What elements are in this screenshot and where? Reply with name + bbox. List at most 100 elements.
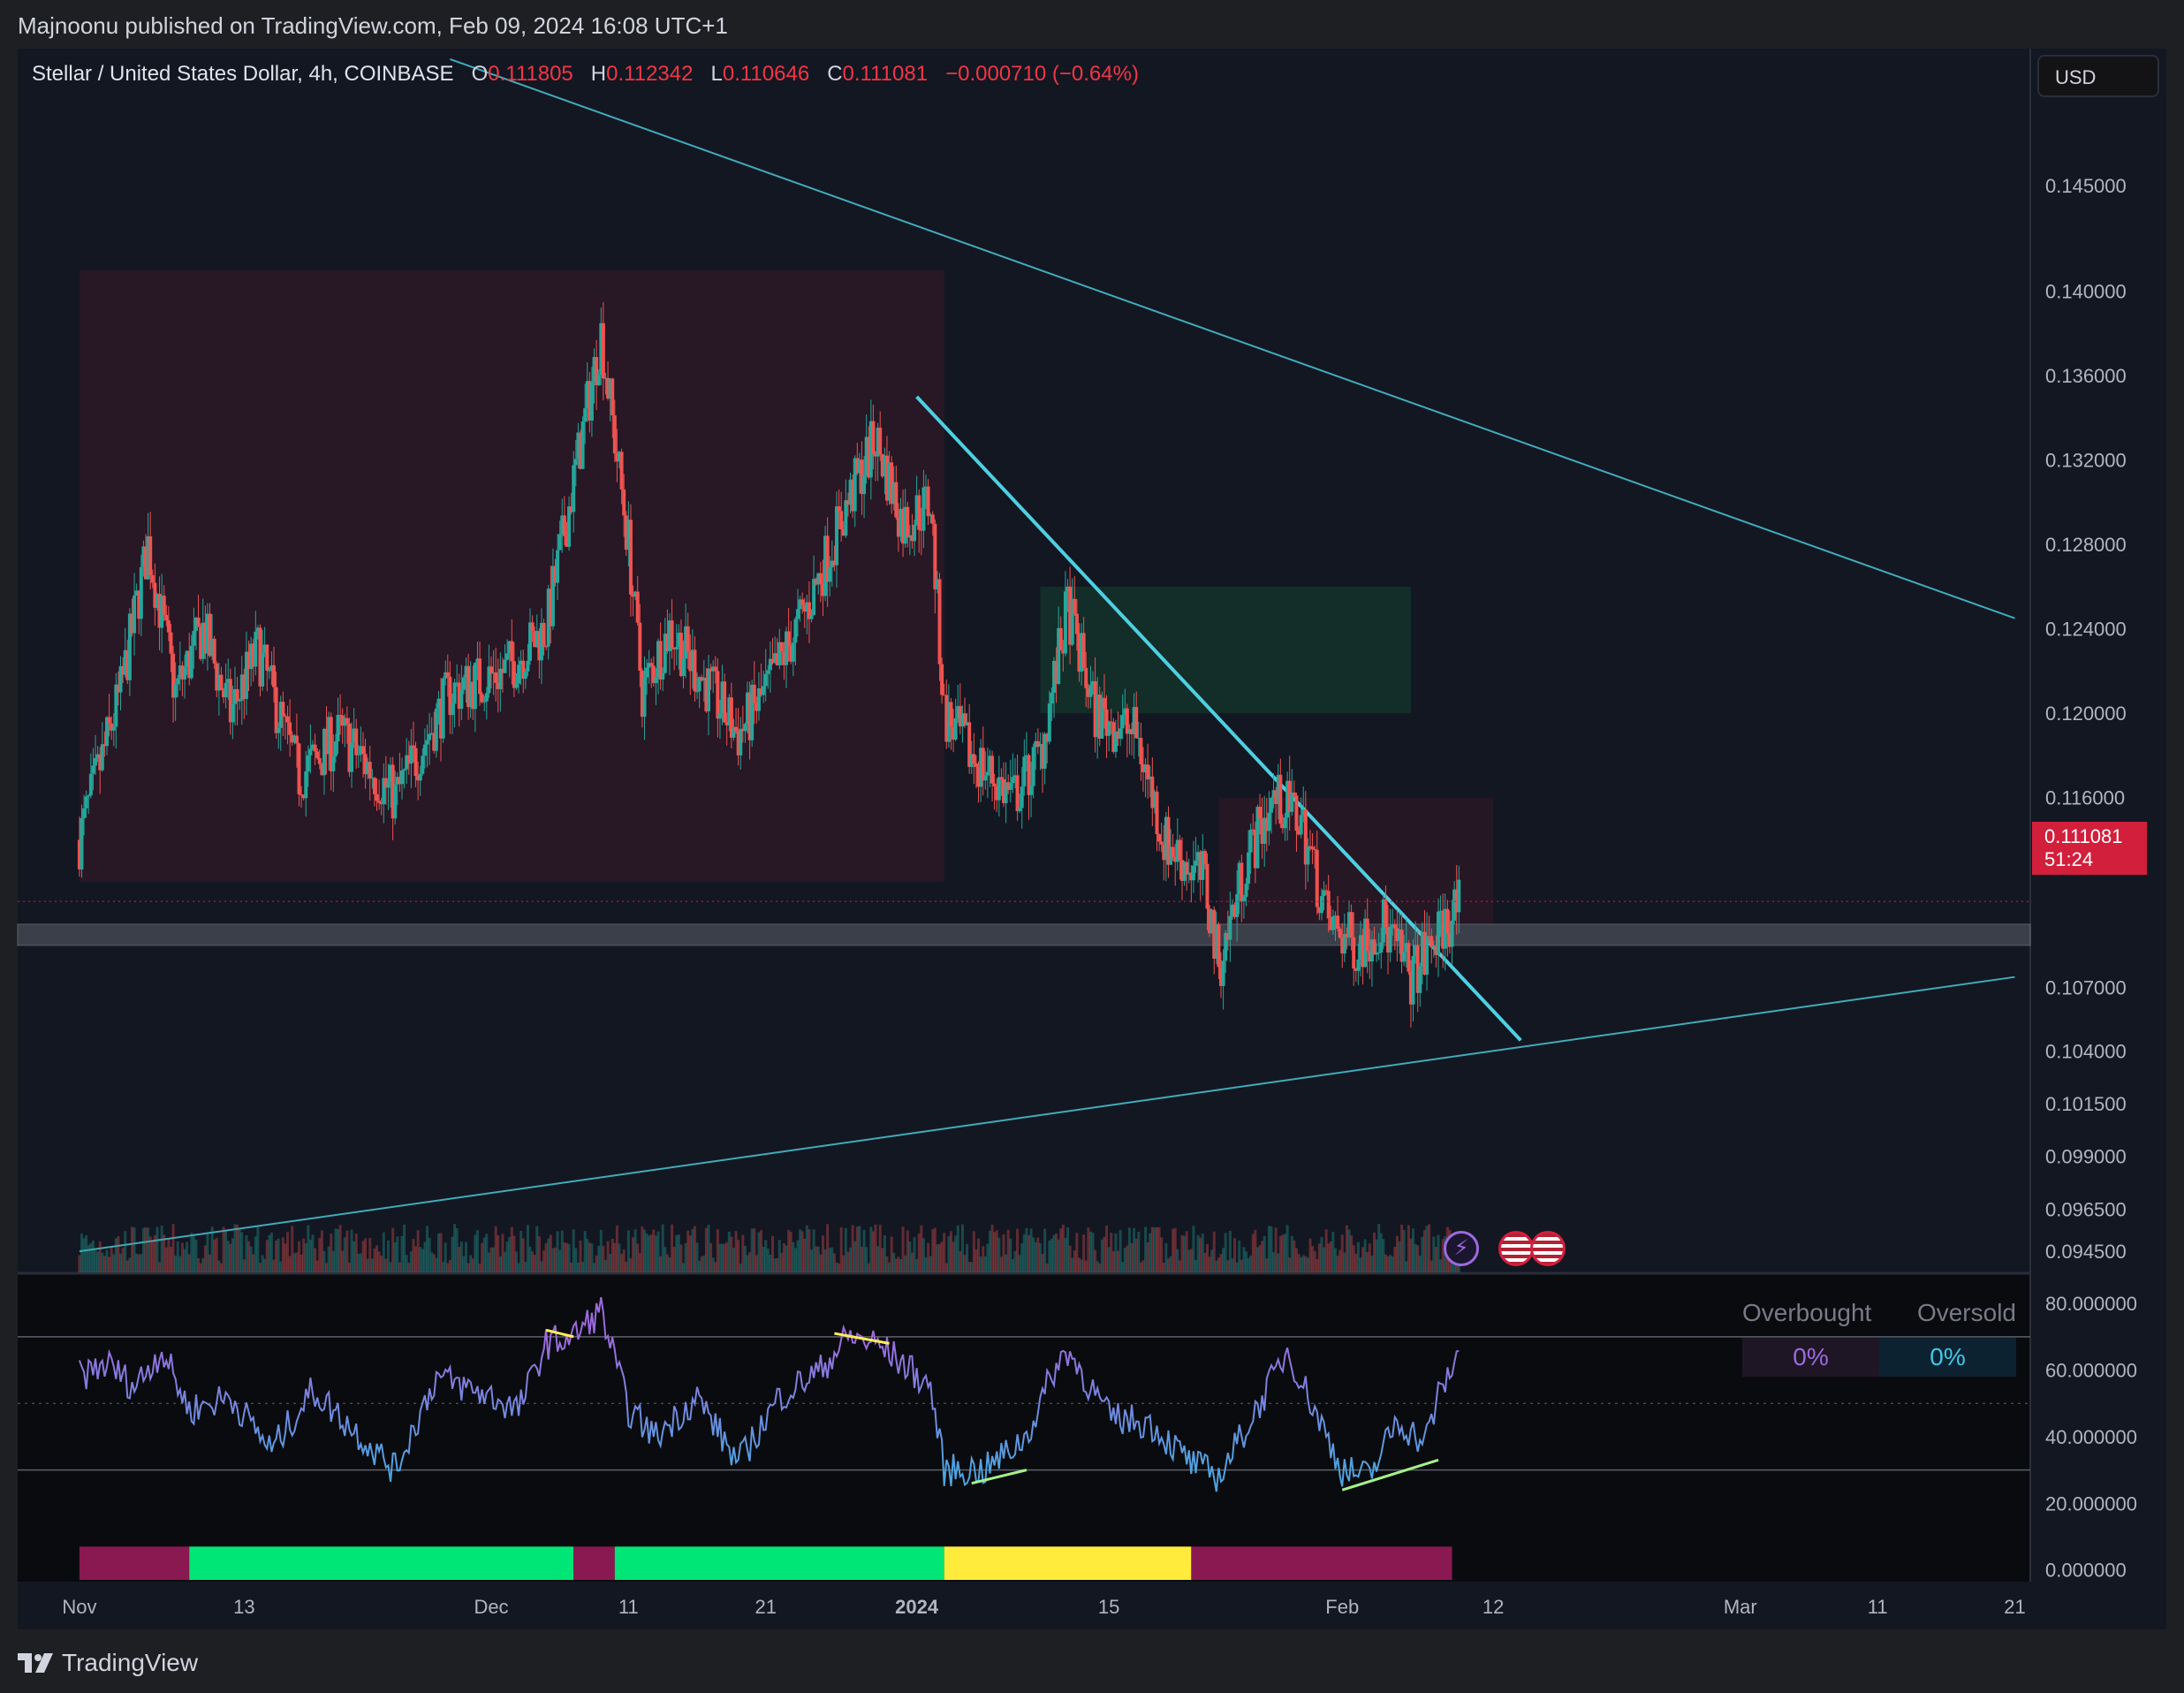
volume-bar [789, 1232, 792, 1272]
trend-ribbon-segment [614, 1546, 944, 1580]
candle-body [573, 459, 578, 466]
volume-bar [899, 1258, 902, 1272]
candle-body [1020, 786, 1024, 809]
candle-body [82, 808, 87, 818]
volume-bar [1405, 1261, 1408, 1272]
volume-bar [341, 1250, 345, 1272]
volume-bar [209, 1254, 212, 1272]
candle-body [219, 674, 224, 691]
volume-bar [1107, 1247, 1111, 1272]
volume-bar [505, 1241, 509, 1272]
volume-bar [1222, 1248, 1225, 1272]
volume-bar [1254, 1229, 1257, 1272]
volume-bar [656, 1231, 660, 1272]
candle-body [421, 755, 425, 774]
volume-bar [1203, 1252, 1207, 1272]
volume-bar [375, 1245, 379, 1272]
support-zone [17, 923, 2031, 946]
volume-bar [1377, 1224, 1381, 1272]
candle-body [166, 620, 171, 633]
volume-bar [240, 1232, 244, 1272]
volume-bar [542, 1250, 546, 1272]
candle-body [304, 771, 308, 799]
time-tick-label: Feb [1325, 1596, 1359, 1618]
candle-body [974, 763, 978, 768]
volume-bar [307, 1225, 310, 1272]
volume-bar [269, 1233, 273, 1272]
volume-bar [959, 1250, 962, 1272]
candle-body [542, 622, 546, 647]
volume-bar [384, 1258, 388, 1272]
volume-bar [672, 1247, 676, 1272]
lightning-icon[interactable]: ⚡ [1444, 1231, 1479, 1266]
volume-bar [1077, 1257, 1081, 1272]
volume-bar [1336, 1256, 1339, 1272]
volume-bar [661, 1224, 664, 1272]
candle-body [734, 726, 739, 732]
open-value: 0.111805 [488, 62, 573, 86]
volume-bar [226, 1241, 230, 1272]
volume-bar [963, 1255, 967, 1272]
volume-bar [894, 1258, 898, 1272]
candle-body [306, 755, 310, 772]
volume-bar [1137, 1231, 1141, 1272]
volume-bar [231, 1238, 234, 1272]
volume-bar [684, 1242, 687, 1272]
volume-bar [458, 1247, 461, 1272]
volume-bar [725, 1241, 729, 1272]
candle-body [1450, 921, 1454, 947]
volume-bar [1409, 1238, 1413, 1272]
candle-body [1134, 707, 1139, 739]
volume-bar [1290, 1235, 1293, 1272]
candle-body [1221, 960, 1225, 986]
candle-body [1018, 808, 1022, 812]
volume-bar [904, 1255, 907, 1272]
trading-chart[interactable]: 0.1500000.1450000.1400000.1360000.132000… [0, 0, 2184, 1693]
candle-body [990, 755, 995, 784]
volume-bar [163, 1234, 166, 1272]
candle-body [428, 733, 432, 740]
volume-bar [128, 1257, 132, 1272]
candle-body [517, 664, 521, 684]
volume-bar [284, 1243, 287, 1272]
volume-bar [799, 1229, 802, 1272]
volume-bar [400, 1235, 404, 1272]
volume-bar [956, 1225, 959, 1272]
volume-bar [698, 1260, 701, 1272]
candle-body [1310, 846, 1315, 850]
candle-body [294, 735, 299, 744]
symbol-name[interactable]: Stellar / United States Dollar, 4h, COIN… [32, 62, 454, 86]
volume-bar [361, 1241, 365, 1272]
candle-body [288, 722, 292, 735]
candle-body [372, 778, 376, 794]
us-flag-icon[interactable] [1498, 1231, 1534, 1266]
candle-body [686, 626, 690, 652]
volume-bar [1238, 1241, 1241, 1272]
candle-body [1240, 862, 1244, 902]
current-price-value: 0.111081 [2044, 825, 2123, 847]
volume-bar [757, 1232, 761, 1272]
currency-button[interactable]: USD [2037, 55, 2159, 97]
volume-bar [475, 1230, 479, 1272]
volume-bar [776, 1257, 779, 1272]
volume-bar [1297, 1254, 1301, 1272]
candle-body [235, 688, 239, 702]
volume-bar [704, 1227, 708, 1272]
volume-bar [1255, 1247, 1259, 1272]
volume-bar [954, 1235, 958, 1272]
volume-bar [308, 1239, 312, 1272]
volume-bar [626, 1230, 630, 1272]
volume-bar [124, 1231, 127, 1272]
volume-bar [821, 1235, 824, 1272]
tradingview-logo[interactable]: TradingView [18, 1649, 198, 1677]
volume-bar [201, 1257, 205, 1272]
candle-body [1384, 899, 1388, 928]
volume-bar [1139, 1262, 1142, 1272]
volume-bar [291, 1226, 294, 1272]
us-flag-icon[interactable] [1530, 1231, 1566, 1266]
volume-bar [602, 1246, 605, 1272]
volume-bar [1215, 1260, 1218, 1272]
volume-bar [574, 1248, 578, 1272]
price-tick-label: 0.128000 [2045, 534, 2127, 556]
time-tick-label: 11 [1868, 1596, 1888, 1618]
